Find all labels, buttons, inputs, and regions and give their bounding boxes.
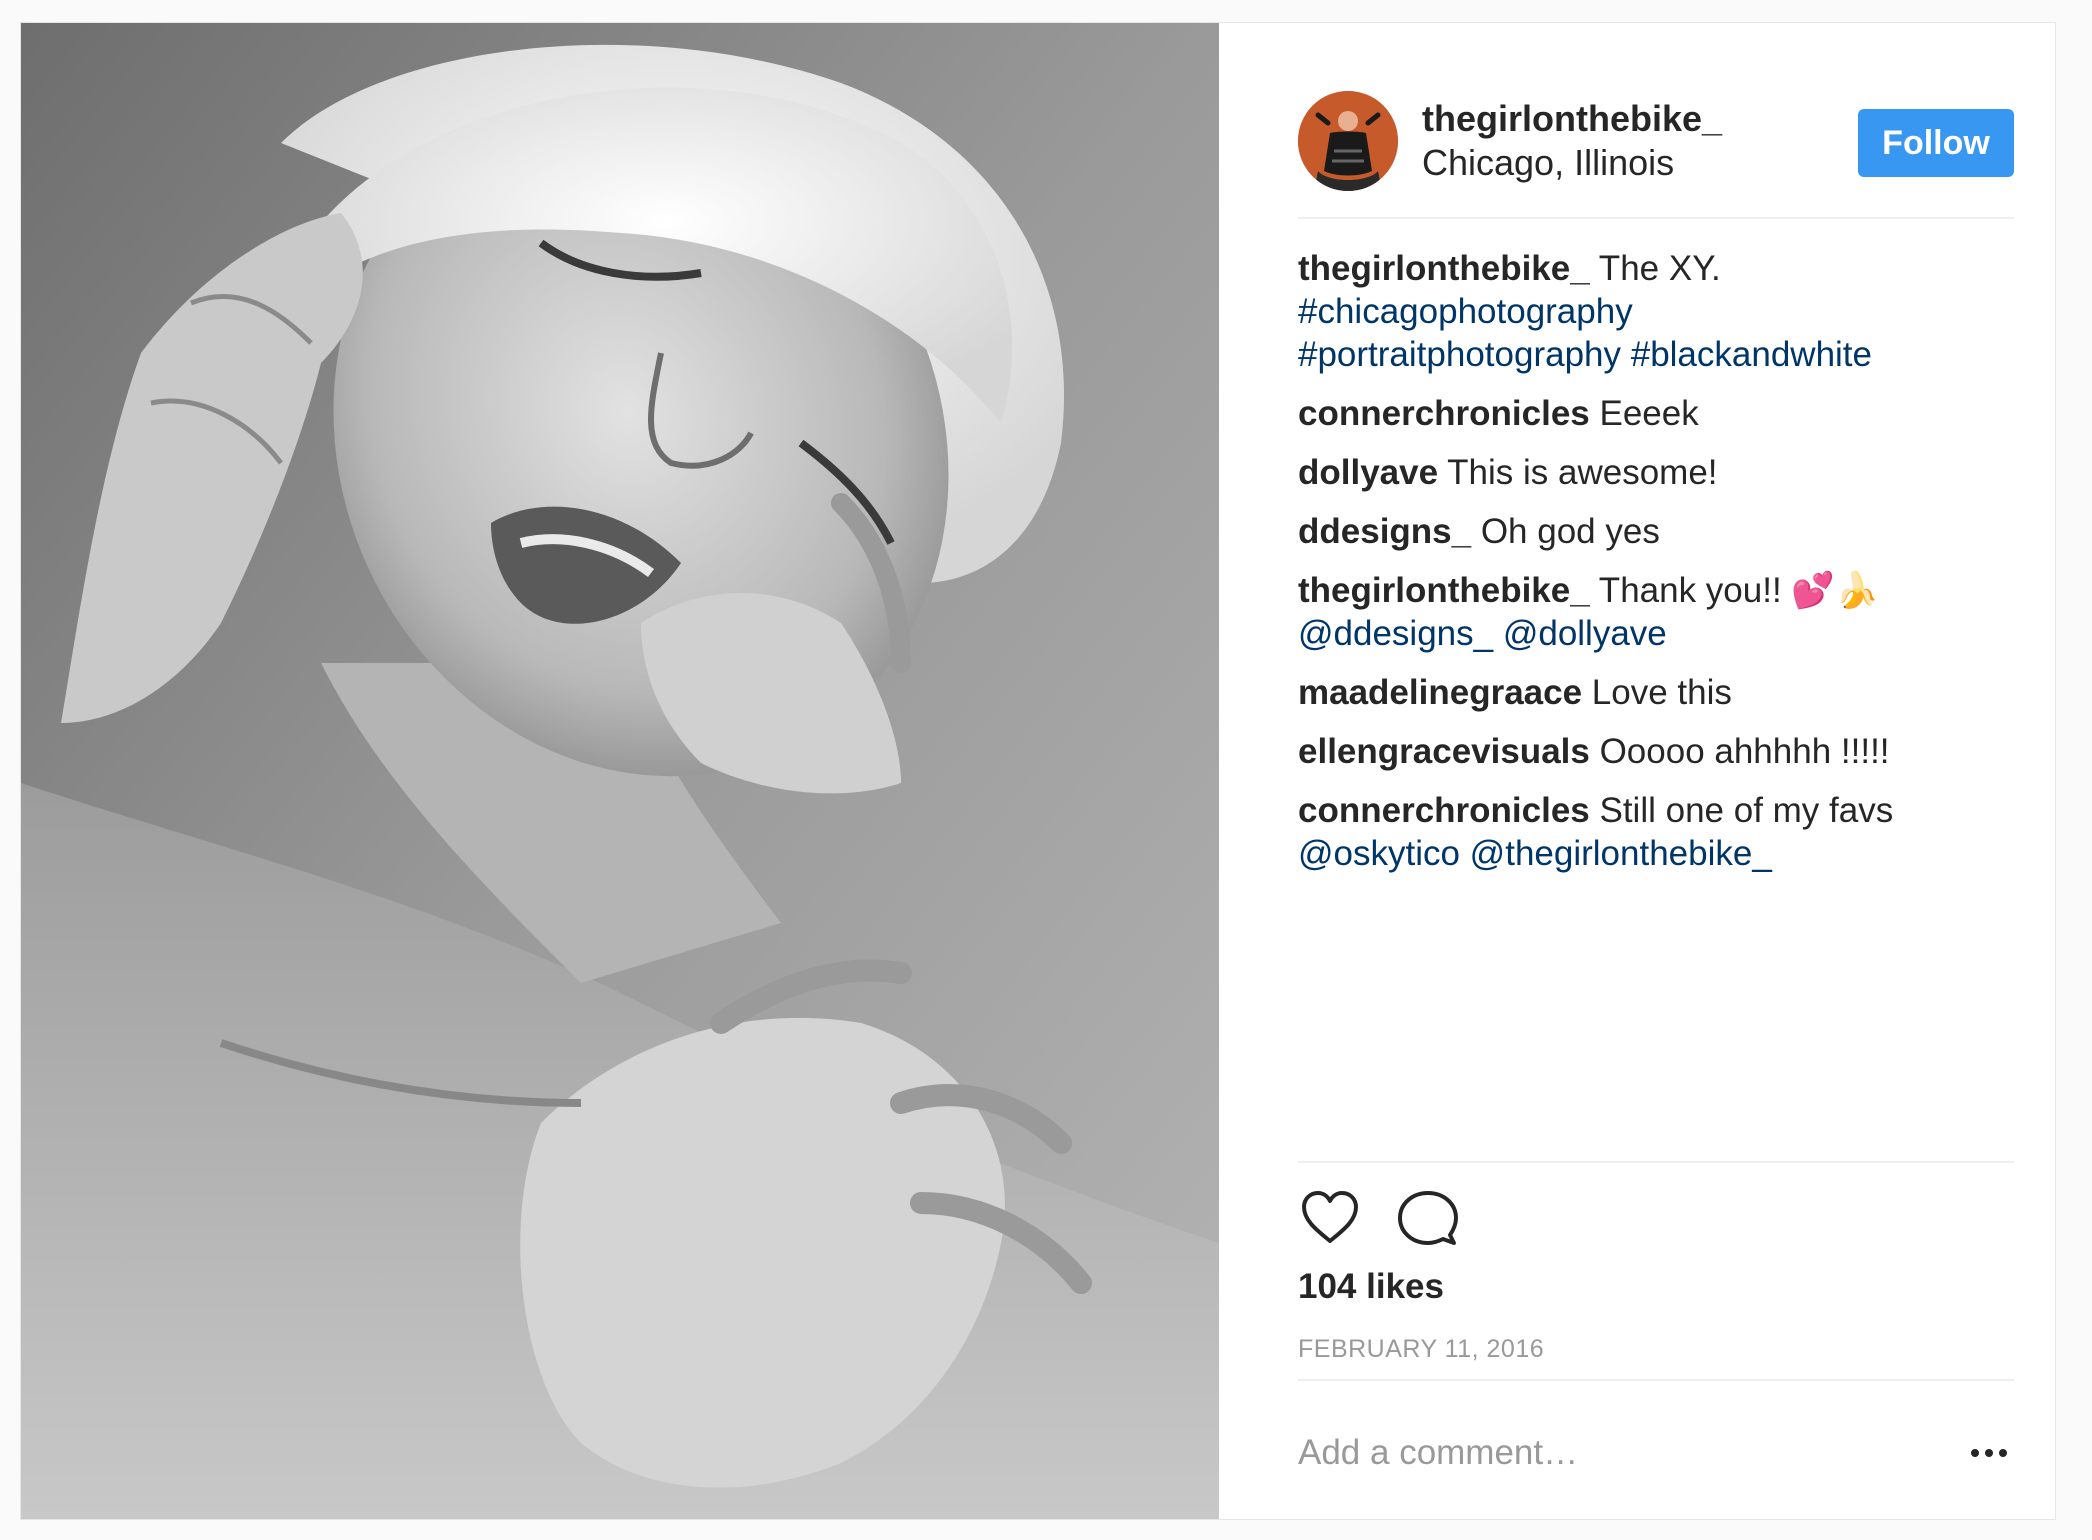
more-options-button[interactable] <box>1964 1431 2014 1475</box>
comments-list: thegirlonthebike_ The XY. #chicagophotog… <box>1298 247 2014 891</box>
comment-text: Eeeek <box>1589 394 1699 433</box>
mention-link[interactable]: @oskytico @thegirlonthebike_ <box>1298 834 1772 873</box>
comment-author[interactable]: ellengracevisuals <box>1298 732 1590 771</box>
comment-text: Ooooo ahhhhh !!!!! <box>1589 732 1890 771</box>
more-options-icon <box>1971 1449 2007 1457</box>
comment-bubble-icon <box>1398 1191 1458 1245</box>
post-actions: 104 likes FEBRUARY 11, 2016 <box>1298 1161 2014 1363</box>
comment-text: Still one of my favs <box>1589 791 1894 830</box>
follow-button[interactable]: Follow <box>1858 109 2014 177</box>
post-card: thegirlonthebike_ Chicago, Illinois Foll… <box>20 22 2056 1520</box>
post-header: thegirlonthebike_ Chicago, Illinois Foll… <box>1298 67 2014 219</box>
comment-text: Love this <box>1582 673 1732 712</box>
list-item: connerchronicles Still one of my favs @o… <box>1298 789 2014 875</box>
comment-author[interactable]: thegirlonthebike_ <box>1298 249 1590 288</box>
list-item: thegirlonthebike_ Thank you!! 💕🍌 @ddesig… <box>1298 569 2014 655</box>
comment-text: Oh god yes <box>1471 512 1660 551</box>
likes-count[interactable]: 104 likes <box>1298 1267 1444 1307</box>
comment-text: The XY. <box>1589 249 1721 288</box>
post-location[interactable]: Chicago, Illinois <box>1422 141 1722 185</box>
list-item: thegirlonthebike_ The XY. #chicagophotog… <box>1298 247 2014 376</box>
comment-author[interactable]: connerchronicles <box>1298 394 1590 433</box>
list-item: maadelinegraace Love this <box>1298 671 2014 714</box>
comment-button[interactable] <box>1396 1187 1460 1251</box>
comment-author[interactable]: connerchronicles <box>1298 791 1590 830</box>
add-comment-bar <box>1298 1379 2014 1521</box>
list-item: ellengracevisuals Ooooo ahhhhh !!!!! <box>1298 730 2014 773</box>
list-item: dollyave This is awesome! <box>1298 451 2014 494</box>
like-button[interactable] <box>1298 1187 1362 1251</box>
heart-icon <box>1302 1191 1358 1243</box>
comment-author[interactable]: thegirlonthebike_ <box>1298 571 1590 610</box>
comment-author[interactable]: dollyave <box>1298 453 1438 492</box>
post-side-panel: thegirlonthebike_ Chicago, Illinois Foll… <box>1219 23 2055 1519</box>
list-item: ddesigns_ Oh god yes <box>1298 510 2014 553</box>
comment-author[interactable]: maadelinegraace <box>1298 673 1582 712</box>
comment-text: Thank you!! 💕🍌 <box>1589 571 1879 610</box>
portrait-image <box>21 23 1219 1519</box>
header-text: thegirlonthebike_ Chicago, Illinois <box>1422 97 1722 185</box>
hashtag-link[interactable]: #chicagophotography <box>1298 292 1633 331</box>
comment-input[interactable] <box>1298 1425 1918 1481</box>
comment-author[interactable]: ddesigns_ <box>1298 512 1471 551</box>
post-photo[interactable] <box>21 23 1219 1519</box>
comment-text: This is awesome! <box>1438 453 1718 492</box>
post-username[interactable]: thegirlonthebike_ <box>1422 97 1722 141</box>
avatar-image <box>1298 91 1398 191</box>
list-item: connerchronicles Eeeek <box>1298 392 2014 435</box>
hashtag-link[interactable]: #portraitphotography #blackandwhite <box>1298 335 1872 374</box>
mention-link[interactable]: @ddesigns_ @dollyave <box>1298 614 1667 653</box>
post-date[interactable]: FEBRUARY 11, 2016 <box>1298 1335 1544 1364</box>
avatar[interactable] <box>1298 91 1398 191</box>
